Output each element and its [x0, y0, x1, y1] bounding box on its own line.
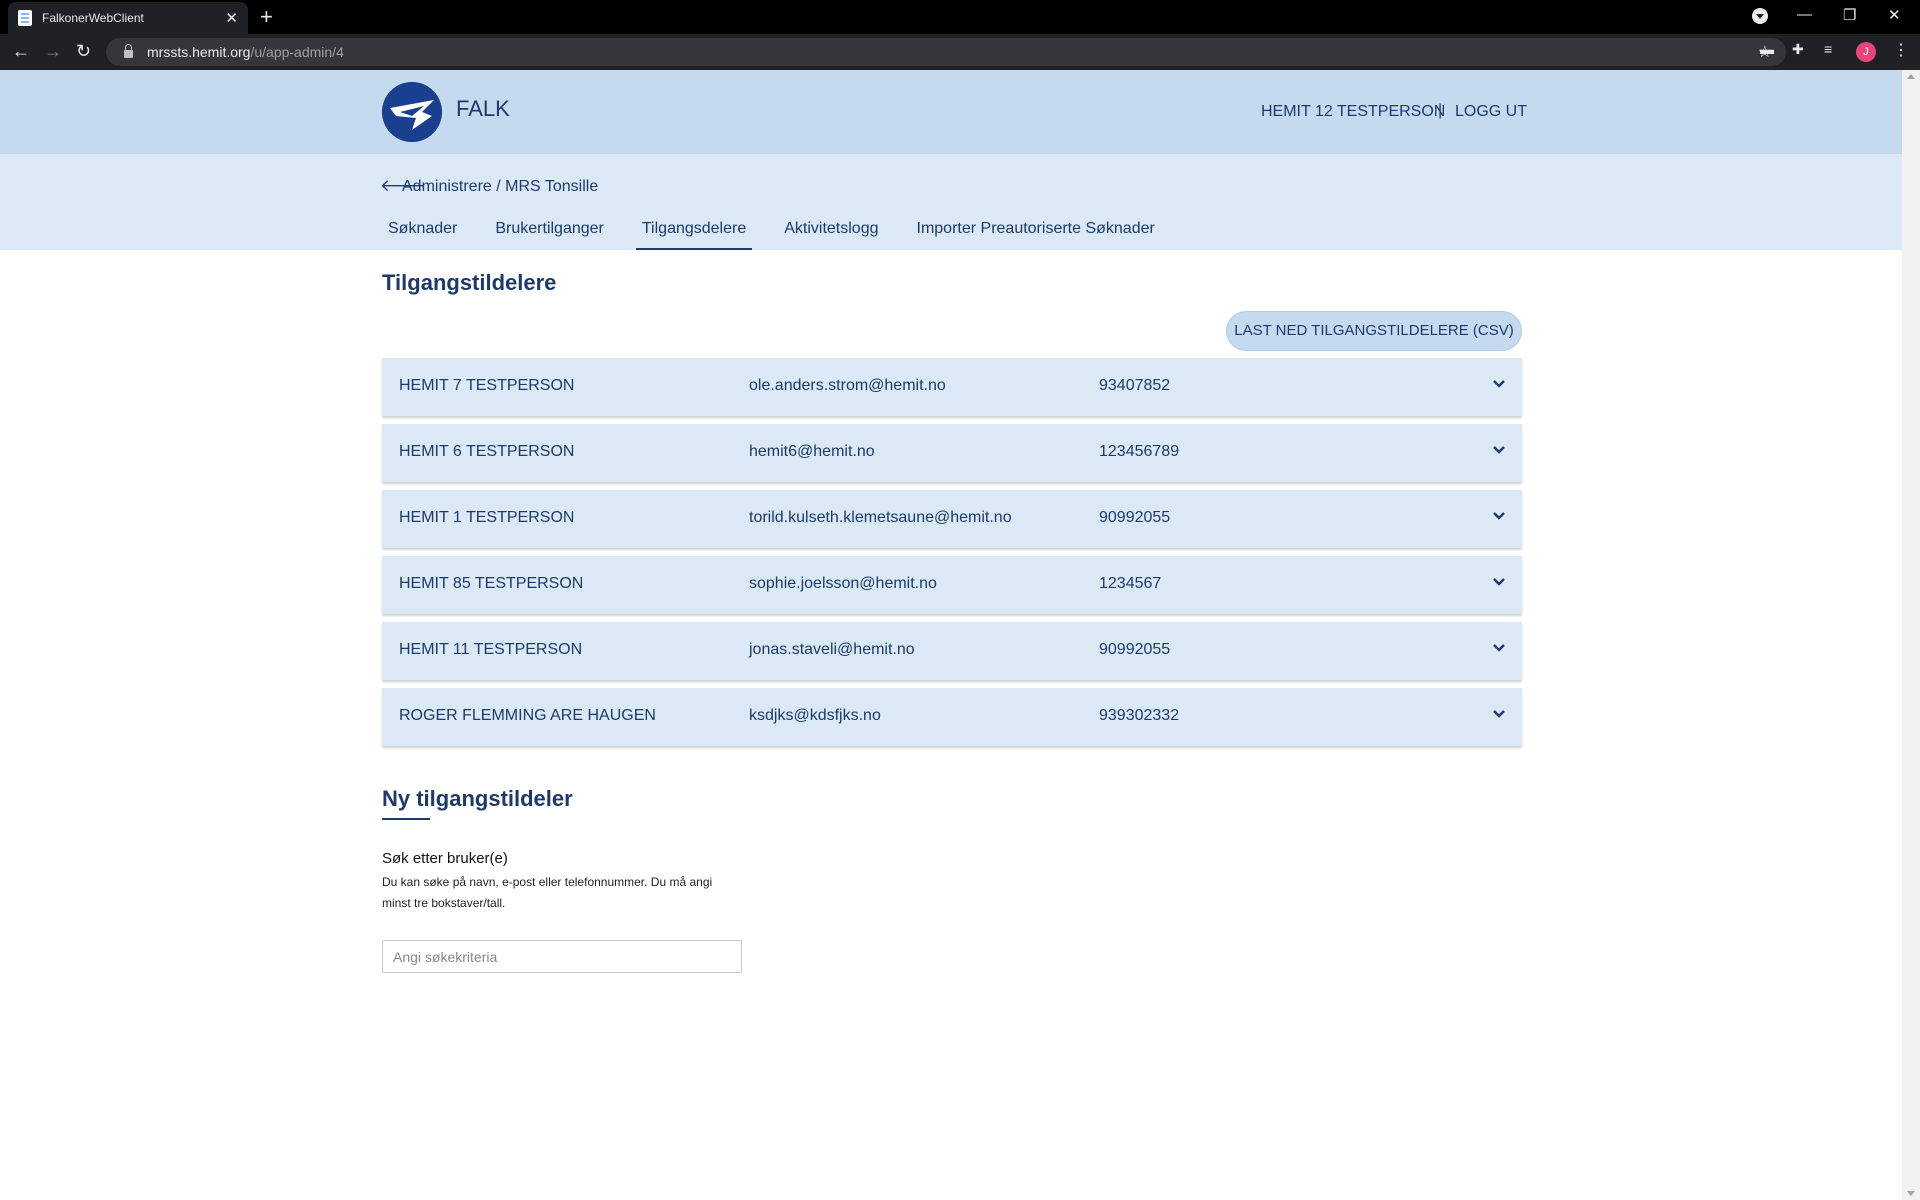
row-name: ROGER FLEMMING ARE HAUGEN [399, 707, 656, 724]
header-separator: | [1438, 102, 1443, 119]
chevron-down-icon[interactable] [1489, 704, 1509, 724]
minimize-icon[interactable]: — [1797, 6, 1812, 23]
subheader: 🡐 Administrere / MRS Tonsille Søknader B… [0, 154, 1902, 250]
user-name-link[interactable]: HEMIT 12 TESTPERSON [1261, 103, 1445, 121]
downloads-icon[interactable] [1752, 8, 1768, 24]
row-name: HEMIT 11 TESTPERSON [399, 641, 583, 658]
chevron-down-icon[interactable] [1489, 506, 1509, 526]
tab-importer-preautoriserte[interactable]: Importer Preautoriserte Søknader [911, 210, 1161, 250]
chevron-down-icon[interactable] [1489, 638, 1509, 658]
row-phone: 90992055 [1099, 509, 1171, 526]
new-section-title: Ny tilgangstildeler [382, 786, 573, 811]
list-item[interactable]: ROGER FLEMMING ARE HAUGEN ksdjks@kdsfjks… [382, 688, 1522, 746]
list-item[interactable]: HEMIT 7 TESTPERSON ole.anders.strom@hemi… [382, 358, 1522, 416]
url-path: /u/app-admin/4 [250, 44, 344, 60]
chevron-down-icon[interactable] [1489, 374, 1509, 394]
chevron-down-icon[interactable] [1489, 440, 1509, 460]
row-name: HEMIT 1 TESTPERSON [399, 509, 575, 526]
close-window-icon[interactable]: ✕ [1888, 6, 1901, 24]
row-phone: 93407852 [1099, 377, 1171, 394]
lock-icon[interactable] [124, 44, 133, 58]
logout-link[interactable]: LOGG UT [1455, 103, 1527, 121]
row-email: sophie.joelsson@hemit.no [749, 575, 937, 592]
url-host: mrssts.hemit.org [147, 44, 251, 60]
falk-logo-icon[interactable] [382, 82, 442, 142]
brand-name: FALK [456, 96, 510, 121]
restore-icon[interactable]: ❐ [1843, 6, 1856, 24]
tab-tilgangsdelere[interactable]: Tilgangsdelere [635, 210, 753, 250]
row-email: jonas.staveli@hemit.no [749, 641, 915, 658]
browser-toolbar: ← → ↻ mrssts.hemit.org/u/app-admin/4 ☆ [0, 34, 1920, 70]
row-phone: 123456789 [1099, 443, 1180, 460]
close-tab-icon[interactable]: ✕ [225, 11, 238, 26]
chevron-down-icon[interactable] [1489, 572, 1509, 592]
scroll-down-icon[interactable] [1907, 1191, 1915, 1196]
browser-tab-title: FalkonerWebClient [42, 11, 144, 25]
search-label: Søk etter bruker(e) [382, 850, 508, 867]
tab-brukertilganger[interactable]: Brukertilganger [489, 210, 610, 250]
row-email: hemit6@hemit.no [749, 443, 875, 460]
profile-avatar[interactable]: J [1856, 42, 1876, 62]
page-content: FALK HEMIT 12 TESTPERSON | LOGG UT 🡐 Adm… [0, 70, 1902, 1200]
scroll-up-icon[interactable] [1907, 74, 1915, 79]
row-phone: 1234567 [1099, 575, 1162, 592]
row-name: HEMIT 6 TESTPERSON [399, 443, 575, 460]
row-name: HEMIT 85 TESTPERSON [399, 575, 584, 592]
row-email: ksdjks@kdsfjks.no [749, 707, 881, 724]
breadcrumb[interactable]: Administrere / MRS Tonsille [402, 178, 598, 196]
list-item[interactable]: HEMIT 6 TESTPERSON hemit6@hemit.no 12345… [382, 424, 1522, 482]
puzzle-extensions-icon[interactable]: ✚ [1792, 41, 1804, 58]
page-title: Tilgangstildelere [382, 270, 557, 295]
search-help-text: Du kan søke på navn, e-post eller telefo… [382, 875, 713, 910]
title-underline [382, 818, 430, 820]
back-icon[interactable]: ← [12, 41, 30, 61]
tab-soknader[interactable]: Søknader [382, 210, 463, 250]
list-item[interactable]: HEMIT 11 TESTPERSON jonas.staveli@hemit.… [382, 622, 1522, 680]
app-header: FALK HEMIT 12 TESTPERSON | LOGG UT [0, 70, 1902, 154]
new-tab-icon[interactable]: + [260, 6, 273, 28]
page-scrollbar[interactable] [1902, 70, 1920, 1200]
extension-icon[interactable]: ▬ [1760, 41, 1774, 57]
row-email: torild.kulseth.klemetsaune@hemit.no [749, 509, 1012, 526]
row-name: HEMIT 7 TESTPERSON [399, 377, 575, 394]
admin-tabs: Søknader Brukertilganger Tilgangsdelere … [382, 210, 1187, 250]
address-bar[interactable]: mrssts.hemit.org/u/app-admin/4 ☆ [106, 38, 1786, 66]
row-email: ole.anders.strom@hemit.no [749, 377, 946, 394]
download-csv-button[interactable]: LAST NED TILGANGSTILDELERE (CSV) [1226, 311, 1522, 351]
tab-aktivitetslogg[interactable]: Aktivitetslogg [778, 210, 884, 250]
reading-list-icon[interactable]: ≡ [1824, 41, 1832, 57]
list-item[interactable]: HEMIT 1 TESTPERSON torild.kulseth.klemet… [382, 490, 1522, 548]
tilgangstildelere-list: HEMIT 7 TESTPERSON ole.anders.strom@hemi… [382, 358, 1522, 754]
list-item[interactable]: HEMIT 85 TESTPERSON sophie.joelsson@hemi… [382, 556, 1522, 614]
forward-icon[interactable]: → [44, 41, 62, 61]
browser-tab[interactable]: FalkonerWebClient ✕ [8, 2, 248, 34]
row-phone: 939302332 [1099, 707, 1180, 724]
browser-titlebar: FalkonerWebClient ✕ + — ❐ ✕ [0, 0, 1920, 34]
reload-icon[interactable]: ↻ [76, 41, 91, 61]
browser-menu-icon[interactable]: ⋮ [1893, 40, 1909, 60]
search-input[interactable] [382, 940, 742, 973]
page-favicon-icon [18, 10, 32, 26]
row-phone: 90992055 [1099, 641, 1171, 658]
